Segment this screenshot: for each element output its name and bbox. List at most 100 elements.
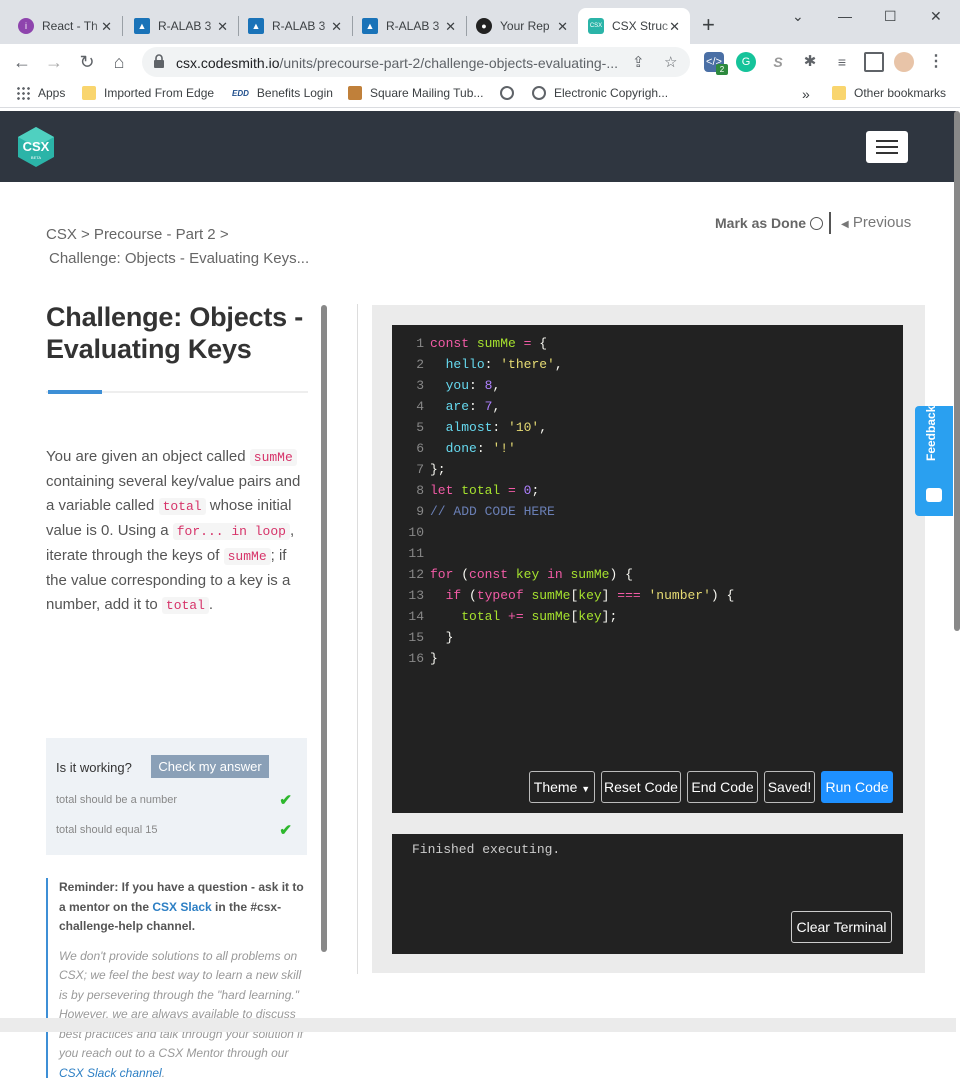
bookmark-star-icon[interactable]: ☆	[664, 53, 677, 71]
extension-badge: 2	[716, 64, 728, 75]
code-line[interactable]: 8let total = 0;	[392, 480, 539, 501]
close-tab-icon[interactable]: ✕	[557, 19, 568, 35]
checkmark-icon: ✔	[279, 821, 292, 839]
code-line[interactable]: 15 }	[392, 627, 453, 648]
title-underline	[46, 391, 308, 393]
browser-tab-react[interactable]: i React - Th ✕	[8, 8, 122, 44]
reset-code-button[interactable]: Reset Code	[601, 771, 681, 803]
line-number: 3	[392, 375, 424, 396]
mortarboard-icon: ▲	[362, 18, 378, 34]
close-window-icon[interactable]: ✕	[930, 8, 942, 25]
code-line[interactable]: 9// ADD CODE HERE	[392, 501, 555, 522]
breadcrumb-current: Challenge: Objects - Evaluating Keys...	[46, 247, 309, 271]
browser-tab-bar: i React - Th ✕ ▲ R-ALAB 3 ✕ ▲ R-ALAB 3 ✕…	[0, 0, 960, 44]
checkmark-icon: ✔	[279, 791, 292, 809]
bookmark-electronic-copyright[interactable]: Electronic Copyrigh...	[532, 86, 668, 100]
code-line[interactable]: 6 done: '!'	[392, 438, 516, 459]
breadcrumb: CSX > Precourse - Part 2 > Challenge: Ob…	[46, 223, 309, 271]
test-result-row: total should be a number ✔	[56, 794, 292, 806]
forward-arrow-icon[interactable]: →	[42, 50, 66, 74]
end-code-button[interactable]: End Code	[687, 771, 758, 803]
browser-tab-ralab-2[interactable]: ▲ R-ALAB 3 ✕	[238, 8, 352, 44]
mortarboard-icon: ▲	[248, 18, 264, 34]
caret-left-icon: ◀	[841, 219, 849, 230]
close-tab-icon[interactable]: ✕	[331, 19, 342, 35]
bookmark-imported-from-edge[interactable]: Imported From Edge	[82, 86, 214, 100]
extension-s-icon[interactable]: S	[768, 52, 788, 72]
code-line[interactable]: 5 almost: '10',	[392, 417, 547, 438]
browser-tab-csx[interactable]: CSX CSX Struc ✕	[578, 8, 690, 44]
edd-icon: EDD	[232, 89, 249, 98]
breadcrumb-path[interactable]: CSX > Precourse - Part 2 >	[46, 223, 309, 247]
theme-dropdown[interactable]: Theme ▼	[529, 771, 595, 803]
browser-tab-ralab-1[interactable]: ▲ R-ALAB 3 ✕	[124, 8, 238, 44]
mark-as-done-button[interactable]: Mark as Done	[715, 215, 823, 231]
bookmark-benefits-login[interactable]: EDD Benefits Login	[232, 86, 333, 100]
maximize-window-icon[interactable]: ☐	[884, 8, 897, 25]
extensions-puzzle-icon[interactable]: ✱	[800, 52, 820, 72]
browser-tab-ralab-3[interactable]: ▲ R-ALAB 3 ✕	[352, 8, 466, 44]
reload-icon[interactable]: ↻	[75, 50, 99, 74]
media-control-icon[interactable]: ≡	[832, 52, 852, 72]
grammarly-icon[interactable]: G	[736, 52, 756, 72]
code-line[interactable]: 13 if (typeof sumMe[key] === 'number') {	[392, 585, 734, 606]
line-number: 6	[392, 438, 424, 459]
home-icon[interactable]: ⌂	[107, 50, 131, 74]
bookmark-globe[interactable]	[500, 86, 522, 100]
bookmark-apps[interactable]: Apps	[16, 86, 65, 100]
close-tab-icon[interactable]: ✕	[217, 19, 228, 35]
line-number: 14	[392, 606, 424, 627]
saved-button[interactable]: Saved!	[764, 771, 815, 803]
chrome-menu-icon[interactable]: ⋮	[926, 52, 946, 72]
code-editor[interactable]: Theme ▼ Reset Code End Code Saved! Run C…	[392, 325, 903, 813]
folder-icon	[832, 86, 846, 100]
back-arrow-icon[interactable]: ←	[10, 50, 34, 74]
line-number: 11	[392, 543, 424, 564]
code-line[interactable]: 12for (const key in sumMe) {	[392, 564, 633, 585]
browser-tab-github[interactable]: ● Your Rep ✕	[466, 8, 578, 44]
run-code-button[interactable]: Run Code	[821, 771, 893, 803]
tab-search-icon[interactable]: ⌄	[792, 8, 804, 25]
more-bookmarks-chevron-icon[interactable]: »	[802, 86, 810, 102]
column-divider	[357, 304, 358, 974]
globe-icon	[500, 86, 514, 100]
left-panel-scrollbar[interactable]	[321, 305, 327, 952]
divider	[829, 212, 831, 234]
address-bar[interactable]: csx.codesmith.io/units/precourse-part-2/…	[142, 47, 690, 77]
code-line[interactable]: 10	[392, 522, 430, 543]
close-tab-icon[interactable]: ✕	[669, 19, 680, 35]
csx-slack-link[interactable]: CSX Slack	[152, 900, 211, 914]
code-line[interactable]: 7};	[392, 459, 446, 480]
code-line[interactable]: 1const sumMe = {	[392, 333, 547, 354]
csx-logo[interactable]: CSX BETA	[16, 127, 56, 167]
close-tab-icon[interactable]: ✕	[445, 19, 456, 35]
test-results-box: Is it working? Check my answer total sho…	[46, 738, 307, 855]
check-my-answer-button[interactable]: Check my answer	[151, 755, 269, 778]
caret-down-icon: ▼	[581, 784, 590, 794]
challenge-description-panel: Challenge: Objects - Evaluating Keys You…	[46, 301, 308, 618]
code-line[interactable]: 11	[392, 543, 430, 564]
new-tab-button[interactable]: +	[702, 14, 715, 36]
code-line[interactable]: 16}	[392, 648, 438, 669]
csx-slack-channel-link[interactable]: CSX Slack channel	[59, 1066, 162, 1078]
code-line[interactable]: 3 you: 8,	[392, 375, 500, 396]
bookmark-other-bookmarks[interactable]: Other bookmarks	[832, 86, 946, 100]
code-line[interactable]: 2 hello: 'there',	[392, 354, 563, 375]
hamburger-menu-icon[interactable]	[866, 131, 908, 163]
clear-terminal-button[interactable]: Clear Terminal	[791, 911, 892, 943]
bookmark-square-mailing[interactable]: Square Mailing Tub...	[348, 86, 483, 100]
close-tab-icon[interactable]: ✕	[101, 19, 112, 35]
code-line[interactable]: 4 are: 7,	[392, 396, 500, 417]
challenge-title: Challenge: Objects - Evaluating Keys	[46, 301, 308, 365]
previous-link[interactable]: ◀ Previous	[841, 214, 911, 231]
page-scrollbar[interactable]	[954, 111, 960, 631]
react-course-icon: i	[18, 18, 34, 34]
feedback-tab[interactable]: Feedback	[915, 406, 953, 516]
bookmarks-bar: Apps Imported From Edge EDD Benefits Log…	[0, 80, 960, 108]
code-line[interactable]: 14 total += sumMe[key];	[392, 606, 617, 627]
side-panel-icon[interactable]	[864, 52, 884, 72]
profile-avatar[interactable]	[894, 52, 914, 72]
share-icon[interactable]: ⇪	[632, 53, 645, 71]
line-number: 13	[392, 585, 424, 606]
minimize-window-icon[interactable]: —	[838, 8, 852, 24]
